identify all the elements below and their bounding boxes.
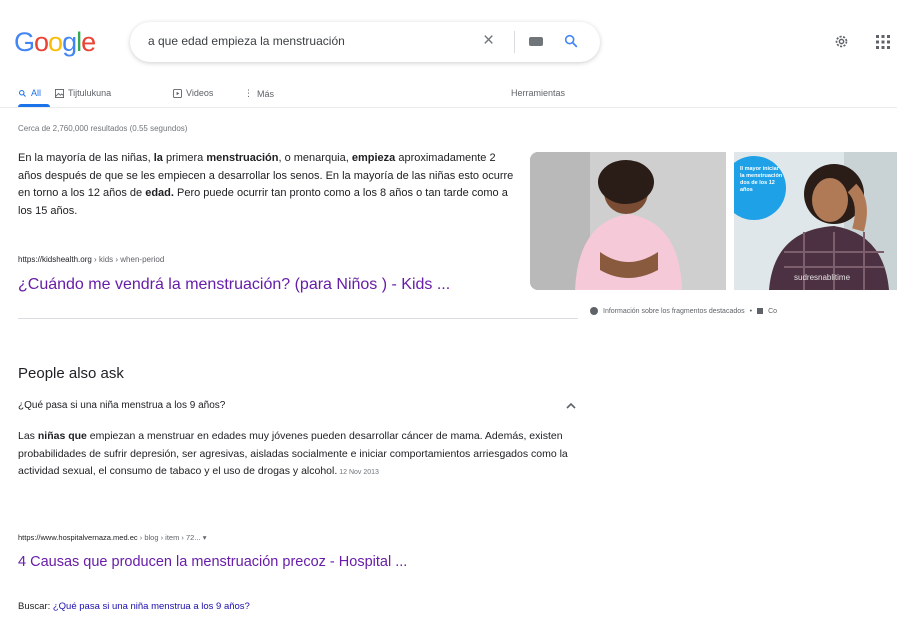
about-featured-snippets-link[interactable]: Información sobre los fragmentos destaca… bbox=[603, 308, 745, 315]
bold-text-segment: empieza bbox=[351, 152, 396, 164]
close-icon[interactable]: × bbox=[483, 30, 494, 52]
paa-result-link[interactable]: 4 Causas que producen la menstruación pr… bbox=[18, 554, 407, 570]
bold-text-segment: menstruación bbox=[206, 152, 279, 164]
google-logo[interactable]: Google bbox=[14, 27, 96, 58]
buscar-query-link[interactable]: ¿Qué pasa si una niña menstrua a los 9 a… bbox=[53, 601, 250, 612]
girl-illustration bbox=[530, 152, 726, 290]
snippet-result-link[interactable]: ¿Cuándo me vendrá la menstruación? (para… bbox=[18, 276, 450, 294]
search-input[interactable]: a que edad empieza la menstruación bbox=[148, 34, 345, 48]
apps-grid-icon[interactable] bbox=[876, 35, 890, 49]
logo-letter: o bbox=[48, 27, 63, 57]
tabs-divider bbox=[0, 107, 897, 108]
bold-text-segment: edad. bbox=[145, 187, 174, 199]
text-segment: , o menarquia, bbox=[278, 152, 352, 164]
paa-cite-domain: https://www.hospitalvernaza.med.ec bbox=[18, 533, 138, 542]
featured-snippet-text: En la mayoría de las niñas, la primera m… bbox=[18, 150, 518, 220]
paa-search-suggestion: Buscar: ¿Qué pasa si una niña menstrua a… bbox=[18, 601, 250, 612]
keyboard-icon[interactable] bbox=[529, 37, 543, 46]
help-icon bbox=[590, 307, 598, 315]
chevron-up-icon bbox=[566, 402, 576, 409]
text-segment: En la mayoría de las niñas, bbox=[18, 152, 154, 164]
buscar-label: Buscar: bbox=[18, 601, 53, 612]
tab-images[interactable]: Tijtulukuna bbox=[55, 88, 111, 98]
tab-images-label: Tijtulukuna bbox=[68, 88, 112, 98]
feedback-link[interactable]: Co bbox=[768, 308, 777, 315]
people-also-ask-title: People also ask bbox=[18, 365, 124, 382]
text-segment: Las bbox=[18, 430, 38, 442]
snippet-cite-domain: https://kidshealth.org bbox=[18, 255, 92, 264]
logo-letter: o bbox=[34, 27, 49, 57]
image-icon bbox=[55, 88, 64, 98]
bold-text-segment: la bbox=[153, 152, 163, 164]
snippet-image-girl-stomach[interactable] bbox=[530, 152, 726, 290]
search-box[interactable]: a que edad empieza la menstruación × bbox=[130, 22, 600, 62]
text-segment: primera bbox=[162, 152, 207, 164]
paa-answer-text: Las niñas que empiezan a menstruar en ed… bbox=[18, 428, 588, 482]
logo-letter: G bbox=[14, 27, 35, 57]
paa-cite-path: › blog › item › 72... bbox=[137, 533, 201, 542]
logo-letter: g bbox=[62, 27, 77, 57]
paa-question-row[interactable]: ¿Qué pasa si una niña menstrua a los 9 a… bbox=[18, 396, 578, 420]
about-separator: • bbox=[749, 307, 753, 315]
paa-cite: https://www.hospitalvernaza.med.ec › blo… bbox=[18, 533, 206, 542]
feedback-icon bbox=[757, 308, 764, 314]
snippet-image-badge-text: Il mayor iniciar la menstruación dos de … bbox=[740, 166, 783, 193]
tab-all[interactable]: All bbox=[18, 88, 41, 98]
tab-videos-label: Videos bbox=[186, 88, 214, 98]
gear-icon[interactable] bbox=[833, 33, 850, 50]
more-vert-icon: ⋮ bbox=[244, 88, 253, 98]
search-divider bbox=[514, 31, 515, 53]
search-icon bbox=[19, 89, 26, 97]
tab-tools-label: Herramientas bbox=[511, 88, 566, 98]
snippet-cite-path: › kids › when-period bbox=[91, 255, 165, 264]
image-watermark: sudresnablitime bbox=[794, 273, 851, 282]
text-segment: empiezan a menstruar en edades muy jóven… bbox=[18, 430, 568, 477]
video-icon bbox=[173, 88, 182, 98]
chevron-down-icon[interactable]: ▾ bbox=[203, 533, 207, 542]
snippet-image-girl-headache[interactable]: Il mayor iniciar la menstruación dos de … bbox=[734, 152, 897, 290]
tab-videos[interactable]: Videos bbox=[173, 88, 213, 98]
tools-button[interactable]: Herramientas bbox=[511, 88, 565, 98]
bold-text-segment: niñas que bbox=[37, 430, 87, 442]
paa-question: ¿Qué pasa si una niña menstrua a los 9 a… bbox=[18, 400, 226, 411]
search-icon[interactable] bbox=[563, 33, 579, 49]
snippet-cite: https://kidshealth.org › kids › when-per… bbox=[18, 255, 164, 264]
tab-more-label: Más bbox=[257, 88, 275, 99]
tab-all-label: All bbox=[31, 88, 42, 98]
tab-more[interactable]: ⋮ Más bbox=[244, 88, 274, 99]
snippet-divider bbox=[18, 318, 578, 319]
result-stats: Cerca de 2,760,000 resultados (0.55 segu… bbox=[18, 124, 188, 133]
paa-answer-date: 12 Nov 2013 bbox=[337, 469, 379, 476]
snippet-about-row: Información sobre los fragmentos destaca… bbox=[590, 307, 777, 315]
logo-letter: e bbox=[81, 27, 96, 57]
